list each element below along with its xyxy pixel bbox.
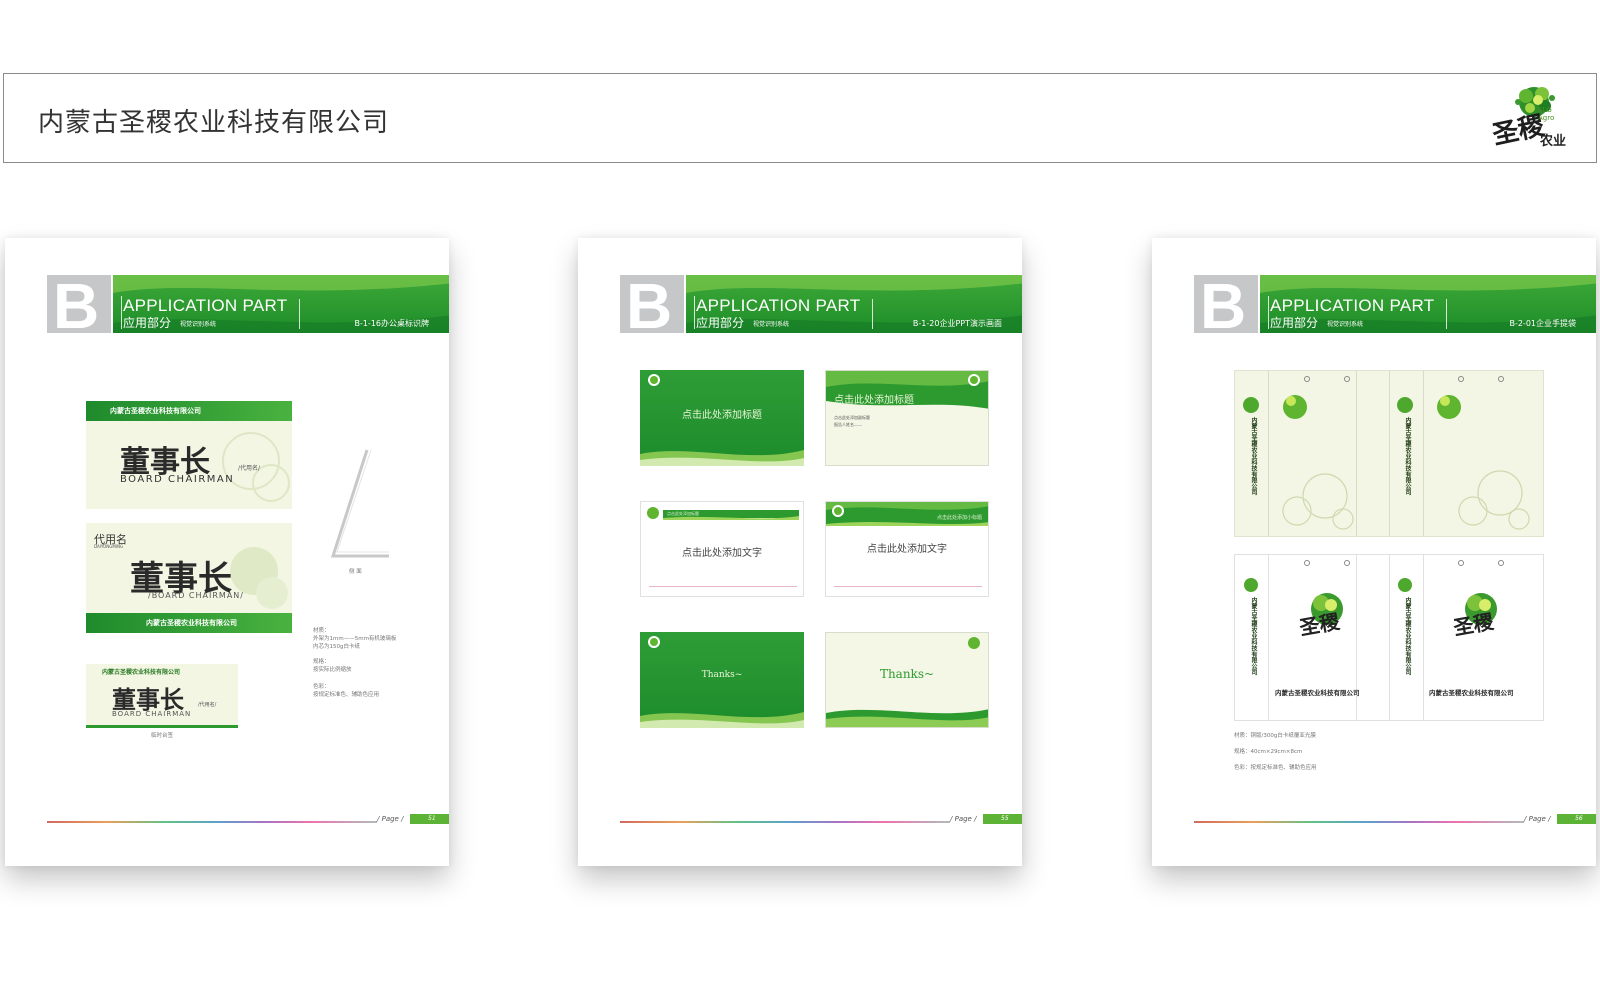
bag-side-text: 内蒙古圣稷农业科技有限公司	[1404, 597, 1411, 675]
page-ppt-templates: B APPLICATION PART 应用部分 视觉识别系统 B-1-20企业P…	[578, 238, 1022, 866]
footer-page-label: / Page /	[950, 815, 977, 823]
footer-page-label: / Page /	[1524, 815, 1551, 823]
wave-decoration-icon	[640, 636, 804, 728]
top-banner: 内蒙古圣稷农业科技有限公司 圣稷 SLG Agro 农业	[3, 73, 1597, 163]
header-cn-sub: 视觉识别系统	[180, 321, 217, 328]
bag-side-text: 内蒙古圣稷农业科技有限公司	[1250, 597, 1257, 675]
slide-text: Thanks~	[701, 670, 743, 680]
footer-line	[620, 821, 950, 823]
slide-bar-text: 点击此处添加小标题	[936, 515, 982, 521]
header-en: APPLICATION PART	[696, 296, 861, 315]
page-desk-nameplate: B APPLICATION PART 应用部分 视觉识别系统 B-1-16办公桌…	[5, 238, 449, 866]
header-en: APPLICATION PART	[1270, 296, 1435, 315]
header-code: B-1-20企业PPT演示画面	[912, 319, 1002, 328]
slide-text: 点击此处添加文字	[867, 544, 947, 555]
plate-name: /代用名/	[238, 465, 261, 472]
footer-line	[47, 821, 377, 823]
bag-side-text: 内蒙古圣稷农业科技有限公司	[1404, 417, 1411, 495]
logo-sub: 农业	[1540, 134, 1567, 149]
bag-front-company: 内蒙古圣稷农业科技有限公司	[1429, 689, 1514, 697]
slide-content-2: 点击此处添加小标题 点击此处添加文字	[825, 501, 989, 597]
plate-company: 内蒙古圣稷农业科技有限公司	[102, 669, 181, 676]
slide-thanks-green: Thanks~	[640, 632, 804, 728]
svg-text:圣稷: 圣稷	[1452, 609, 1497, 640]
section-letter-block: B	[1194, 270, 1258, 342]
slide-thanks-light: Thanks~	[825, 632, 989, 728]
header-cn: 应用部分	[1270, 316, 1319, 330]
leaf-pattern-icon	[1243, 376, 1530, 530]
slide-cover: 点击此处添加标题	[640, 370, 804, 466]
slide-content-1: 点击此处添加标题 点击此处添加文字	[640, 501, 804, 597]
plate-name: /代用名/	[198, 702, 217, 708]
plate-caption: 临时台签	[151, 733, 174, 739]
footer-page-num: 51	[410, 814, 449, 824]
nameplate-3: 内蒙古圣稷农业科技有限公司 董事长 /代用名/ BOARD CHAIRMAN	[86, 664, 238, 728]
plate-en: BOARD CHAIRMAN	[120, 474, 235, 485]
company-title: 内蒙古圣稷农业科技有限公司	[38, 108, 390, 138]
svg-text:圣稷: 圣稷	[1298, 609, 1343, 640]
company-logo: 圣稷 SLG Agro 农业	[1490, 82, 1570, 154]
plate-en: /BOARD CHAIRMAN/	[148, 591, 244, 600]
nameplate-1: 内蒙古圣稷农业科技有限公司 董事长 /代用名/ BOARD CHAIRMAN	[86, 401, 292, 509]
header-cn-sub: 视觉识别系统	[1327, 321, 1364, 328]
slide-subtitle: 点击此处添加副标题	[834, 415, 870, 420]
section-letter-block: B	[620, 270, 684, 342]
plate-company: 内蒙古圣稷农业科技有限公司	[146, 619, 237, 627]
nameplate-2: 代用名 DAIYONGMING 董事长 /BOARD CHAIRMAN/ 内蒙古…	[86, 523, 292, 633]
footer-page-num: 56	[1557, 814, 1596, 824]
header-code: B-2-01企业手提袋	[1509, 319, 1576, 328]
slide-text: 点击此处添加文字	[682, 548, 762, 559]
bag-unfolded-white: 圣稷 圣稷 内蒙古圣稷农业科技有限公司 内蒙古圣稷农业科技有限公司 内蒙古圣稷农…	[1234, 554, 1544, 721]
bag-front-company: 内蒙古圣稷农业科技有限公司	[1275, 689, 1360, 697]
stand-caption: 侧 面	[349, 569, 362, 575]
footer-page-num: 55	[983, 814, 1022, 824]
plate-en: BOARD CHAIRMAN	[112, 710, 192, 718]
logo-tag: SLG Agro	[1538, 106, 1555, 122]
stand-side-icon	[330, 449, 389, 558]
slide-title: 点击此处添加标题	[834, 395, 914, 406]
slide-text: Thanks~	[879, 667, 935, 681]
header-cn: 应用部分	[123, 316, 172, 330]
header-cn: 应用部分	[696, 316, 745, 330]
footer-line	[1194, 821, 1524, 823]
header-en: APPLICATION PART	[123, 296, 288, 315]
page-handbag: B APPLICATION PART 应用部分 视觉识别系统 B-2-01企业手…	[1152, 238, 1596, 866]
bag-unfolded-cream: 内蒙古圣稷农业科技有限公司 内蒙古圣稷农业科技有限公司	[1234, 370, 1544, 537]
slide-reporter: 报告人姓名——	[834, 422, 862, 427]
section-header-bar: APPLICATION PART 应用部分 视觉识别系统 B-1-16办公桌标识…	[113, 275, 449, 333]
bag-side-text: 内蒙古圣稷农业科技有限公司	[1250, 417, 1257, 495]
section-letter-block: B	[47, 270, 111, 342]
plate-pinyin: DAIYONGMING	[94, 544, 124, 549]
slide-text: 点击此处添加标题	[682, 410, 762, 421]
slide-title-page: 点击此处添加标题 点击此处添加副标题 报告人姓名——	[825, 370, 989, 466]
header-code: B-1-16办公桌标识牌	[354, 319, 429, 328]
section-header-bar: APPLICATION PART 应用部分 视觉识别系统 B-2-01企业手提袋	[1260, 275, 1596, 333]
header-cn-sub: 视觉识别系统	[753, 321, 790, 328]
slide-bar-text: 点击此处添加标题	[667, 511, 699, 516]
section-header-bar: APPLICATION PART 应用部分 视觉识别系统 B-1-20企业PPT…	[686, 275, 1022, 333]
footer-page-label: / Page /	[377, 815, 404, 823]
